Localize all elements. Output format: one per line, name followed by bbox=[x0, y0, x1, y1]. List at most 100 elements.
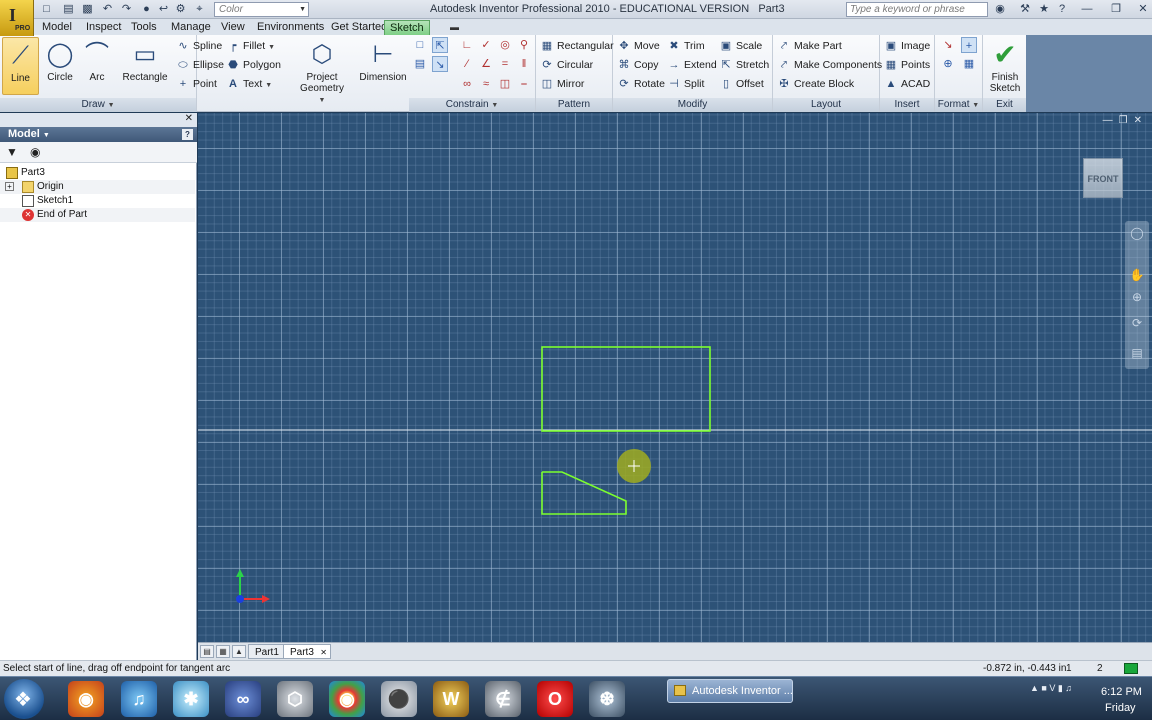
dimension-button[interactable]: ⊢ Dimension bbox=[357, 37, 409, 95]
doc-tab-part3[interactable]: Part3 ✕ bbox=[283, 644, 331, 659]
tangent-icon[interactable]: ✓ bbox=[478, 37, 494, 53]
cascade-icon[interactable]: ▦ bbox=[216, 645, 230, 658]
unity-icon[interactable]: ⬡ bbox=[277, 681, 313, 717]
extend-button[interactable]: → Extend bbox=[667, 57, 717, 74]
return-icon[interactable]: ↩ bbox=[157, 3, 170, 15]
ribbon-minimize-icon[interactable]: ▬ bbox=[450, 22, 462, 32]
expand-icon[interactable]: + bbox=[5, 182, 14, 191]
circle-button[interactable]: ◯ Circle bbox=[42, 37, 78, 95]
circular-pattern-button[interactable]: ⟳ Circular bbox=[540, 57, 593, 74]
points-button[interactable]: ▦ Points bbox=[884, 57, 930, 74]
sketch-profile[interactable] bbox=[541, 471, 627, 515]
smooth-icon[interactable]: ∞ bbox=[459, 76, 475, 92]
trim-button[interactable]: ✖ Trim bbox=[667, 38, 704, 55]
fix-icon[interactable]: ⚲ bbox=[516, 37, 532, 53]
itunes-icon[interactable]: ♫ bbox=[121, 681, 157, 717]
pan-icon[interactable]: ✋ bbox=[1129, 267, 1145, 283]
show-constraints-icon[interactable]: □ bbox=[412, 37, 428, 53]
tab-view[interactable]: View bbox=[216, 20, 250, 35]
zoom-icon[interactable]: ⊕ bbox=[1129, 289, 1145, 305]
sketch-canvas[interactable] bbox=[198, 113, 1152, 642]
clock-day[interactable]: Friday bbox=[1105, 702, 1136, 714]
polygon-button[interactable]: ⬣ Polygon bbox=[226, 57, 281, 74]
tab-get-started[interactable]: Get Started bbox=[326, 20, 392, 35]
tree-item-part3[interactable]: Part3 bbox=[0, 166, 195, 180]
rectangle-button[interactable]: ▭ Rectangle bbox=[119, 37, 171, 95]
select-mode-icon[interactable]: ● bbox=[140, 3, 153, 15]
line-button[interactable]: ⟋ Line bbox=[2, 37, 39, 95]
open-icon[interactable]: ▤ bbox=[62, 3, 75, 15]
update-icon[interactable]: ⚙ bbox=[174, 3, 187, 15]
concentric-icon[interactable]: ◎ bbox=[497, 37, 513, 53]
format-panel-label[interactable]: Format ▼ bbox=[935, 98, 982, 112]
arc-button[interactable]: ⌒ Arc bbox=[80, 37, 114, 95]
finish-sketch-button[interactable]: ✔ Finish Sketch bbox=[985, 37, 1025, 95]
inventor-app-icon[interactable]: ∉ bbox=[485, 681, 521, 717]
acad-button[interactable]: ▲ ACAD bbox=[884, 76, 931, 93]
center-point-icon[interactable]: ⊕ bbox=[940, 56, 956, 72]
binoculars-icon[interactable]: ◉ bbox=[30, 145, 40, 159]
infinity-app-icon[interactable]: ∞ bbox=[225, 681, 261, 717]
shield-app-icon[interactable]: ✱ bbox=[173, 681, 209, 717]
constrain-panel-label[interactable]: Constrain ▼ bbox=[409, 98, 535, 112]
tab-tools[interactable]: Tools bbox=[126, 20, 162, 35]
rotate-button[interactable]: ⟳ Rotate bbox=[617, 76, 665, 93]
restore-icon[interactable]: ❐ bbox=[1109, 3, 1123, 16]
chrome-icon[interactable]: ◉ bbox=[329, 681, 365, 717]
game-app-icon[interactable]: ❆ bbox=[589, 681, 625, 717]
mirror-button[interactable]: ◫ Mirror bbox=[540, 76, 585, 93]
equal-icon[interactable]: = bbox=[497, 56, 513, 72]
text-button[interactable]: A Text ▼ bbox=[226, 76, 272, 93]
save-icon[interactable]: ▩ bbox=[81, 3, 94, 15]
sketch-rectangle[interactable] bbox=[541, 346, 711, 432]
help-icon[interactable]: ? bbox=[1055, 3, 1069, 16]
copy-button[interactable]: ⌘ Copy bbox=[617, 57, 659, 74]
parallel-icon[interactable]: ∕ bbox=[459, 56, 475, 72]
viewcube[interactable]: FRONT bbox=[1083, 158, 1123, 198]
symmetric-icon[interactable]: ◫ bbox=[497, 76, 513, 92]
driven-dimension-icon[interactable]: ▦ bbox=[961, 56, 977, 72]
tab-inspect[interactable]: Inspect bbox=[81, 20, 126, 35]
stretch-button[interactable]: ⇱ Stretch bbox=[719, 57, 769, 74]
clock-time[interactable]: 6:12 PM bbox=[1101, 686, 1142, 698]
new-icon[interactable]: □ bbox=[40, 3, 53, 15]
draw-panel-label[interactable]: Draw ▼ bbox=[0, 98, 196, 112]
offset-button[interactable]: ▯ Offset bbox=[719, 76, 764, 93]
binoculars-icon[interactable]: ◉ bbox=[993, 3, 1007, 16]
tab-environments[interactable]: Environments bbox=[252, 20, 329, 35]
horizontal-icon[interactable]: ⎯ bbox=[516, 76, 532, 92]
vertical-icon[interactable]: ‖ bbox=[516, 56, 532, 72]
tab-model[interactable]: Model bbox=[37, 20, 77, 35]
undo-icon[interactable]: ↶ bbox=[101, 3, 114, 15]
application-menu-button[interactable]: I PRO bbox=[0, 0, 34, 36]
arrange-icon[interactable]: ▲ bbox=[232, 645, 246, 658]
scale-button[interactable]: ▣ Scale bbox=[719, 38, 762, 55]
rectangular-pattern-button[interactable]: ▦ Rectangular bbox=[540, 38, 614, 55]
auto-dimension-icon[interactable]: ⇱ bbox=[432, 37, 448, 53]
centerline-icon[interactable]: ↘ bbox=[432, 56, 448, 72]
tree-item-sketch1[interactable]: Sketch1 bbox=[0, 194, 195, 208]
construction-line-icon[interactable]: ↘ bbox=[940, 37, 956, 53]
close-icon[interactable]: ✕ bbox=[320, 645, 327, 660]
headset-app-icon[interactable]: ⚫ bbox=[381, 681, 417, 717]
close-icon[interactable]: ✕ bbox=[185, 113, 193, 124]
tree-item-origin[interactable]: + Origin bbox=[0, 180, 195, 194]
filter-icon[interactable]: ▼ bbox=[6, 145, 18, 159]
help-search-input[interactable]: Type a keyword or phrase bbox=[846, 2, 988, 17]
taskbar-task-inventor[interactable]: Autodesk Inventor ... bbox=[667, 679, 793, 703]
system-tray[interactable]: ▲ ■ V ▮ ♫ bbox=[1030, 683, 1072, 694]
construction-icon[interactable]: ▤ bbox=[412, 56, 428, 72]
orbit-icon[interactable]: ⟳ bbox=[1129, 315, 1145, 331]
tab-sketch[interactable]: Sketch bbox=[384, 20, 430, 35]
make-part-button[interactable]: ⤤ Make Part bbox=[777, 38, 842, 55]
fillet-button[interactable]: ┍ Fillet ▼ bbox=[226, 38, 275, 55]
doc-tab-part1[interactable]: Part1 bbox=[248, 644, 286, 659]
steering-wheel-icon[interactable]: ◯ bbox=[1129, 225, 1145, 241]
collinear-icon[interactable]: ≈ bbox=[478, 76, 494, 92]
look-at-icon[interactable]: ▤ bbox=[1129, 345, 1145, 361]
star-icon[interactable]: ★ bbox=[1037, 3, 1051, 16]
start-button[interactable]: ❖ bbox=[4, 679, 44, 719]
wrench-icon[interactable]: ⚒ bbox=[1018, 3, 1032, 16]
move-button[interactable]: ✥ Move bbox=[617, 38, 659, 55]
firefox-icon[interactable]: ◉ bbox=[68, 681, 104, 717]
